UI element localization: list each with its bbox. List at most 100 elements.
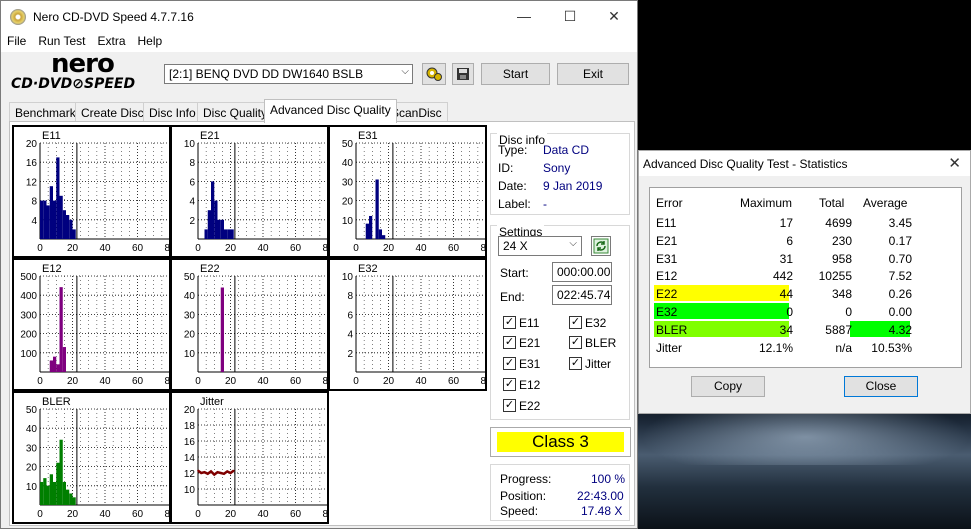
x-tick-label: 80 bbox=[322, 243, 327, 254]
chart-title: E21 bbox=[200, 130, 220, 142]
data-bar bbox=[43, 478, 47, 505]
x-tick-label: 60 bbox=[132, 509, 144, 520]
menu-help[interactable]: Help bbox=[132, 32, 169, 50]
data-point bbox=[210, 470, 212, 473]
cell-name: E22 bbox=[656, 287, 678, 302]
menu-run-test[interactable]: Run Test bbox=[32, 32, 91, 50]
cell-avg: 4.32 bbox=[888, 322, 912, 337]
end-time-input[interactable]: 022:45.74 bbox=[552, 285, 612, 305]
data-point bbox=[203, 471, 206, 473]
close-window-button[interactable]: ✕ bbox=[591, 1, 637, 32]
cell-total: 230 bbox=[831, 233, 852, 248]
start-time-input[interactable]: 000:00.00 bbox=[552, 262, 612, 282]
close-icon[interactable]: ✕ bbox=[948, 154, 961, 172]
cell-total: 958 bbox=[831, 251, 852, 266]
checkbox-e32[interactable]: ✓ bbox=[569, 316, 582, 329]
checkbox-e12[interactable]: ✓ bbox=[503, 378, 516, 391]
y-tick-label: 2 bbox=[347, 349, 353, 360]
data-point bbox=[216, 471, 219, 473]
tab-advanced-disc-quality[interactable]: Advanced Disc Quality bbox=[264, 99, 397, 123]
tab-disc-info[interactable]: Disc Info bbox=[143, 102, 202, 122]
data-bar bbox=[53, 356, 57, 372]
table-row: E21 6 230 0.17 bbox=[656, 232, 956, 249]
checkbox-e11[interactable]: ✓ bbox=[503, 316, 516, 329]
tab-disc-quality[interactable]: Disc Quality bbox=[197, 102, 274, 122]
x-tick-label: 20 bbox=[67, 376, 79, 387]
data-point bbox=[213, 473, 216, 476]
x-tick-label: 20 bbox=[67, 509, 79, 520]
tab-create-disc[interactable]: Create Disc bbox=[75, 102, 150, 122]
data-bar bbox=[207, 210, 211, 239]
x-tick-label: 40 bbox=[99, 509, 111, 520]
window-title: Nero CD-DVD Speed 4.7.7.16 bbox=[33, 10, 194, 24]
menu-extra[interactable]: Extra bbox=[91, 32, 131, 50]
data-bar bbox=[365, 223, 369, 239]
checkbox-jitter-label: Jitter bbox=[585, 357, 612, 371]
cell-avg: 0.70 bbox=[888, 251, 912, 266]
checkbox-e22[interactable]: ✓ bbox=[503, 399, 516, 412]
drive-select[interactable]: [2:1] BENQ DVD DD DW1640 BSLB ⌵ bbox=[164, 64, 413, 84]
position-label: Position: bbox=[500, 489, 547, 503]
x-tick-label: 0 bbox=[37, 509, 43, 520]
x-tick-label: 0 bbox=[195, 243, 201, 254]
checkbox-e31[interactable]: ✓ bbox=[503, 357, 516, 370]
chart-title: E22 bbox=[200, 263, 220, 275]
data-bar bbox=[217, 219, 221, 239]
speed-select[interactable]: 24 X ⌵ bbox=[498, 236, 582, 256]
save-button[interactable] bbox=[452, 63, 474, 85]
data-bar bbox=[46, 485, 50, 505]
x-tick-label: 40 bbox=[257, 243, 269, 254]
refresh-speed-button[interactable] bbox=[591, 236, 611, 256]
minimize-button[interactable]: — bbox=[501, 1, 547, 32]
speed-label: Speed: bbox=[500, 504, 539, 518]
data-bar bbox=[66, 489, 70, 505]
chart-svg: E31 0 20 40 60 80 10 20 30 40 50 bbox=[342, 130, 485, 254]
x-tick-label: 40 bbox=[257, 376, 269, 387]
data-bar bbox=[369, 215, 373, 239]
disc-type-label: Type: bbox=[498, 143, 528, 157]
y-tick-label: 14 bbox=[184, 453, 196, 464]
data-bar bbox=[220, 219, 224, 239]
start-button[interactable]: Start bbox=[481, 63, 550, 85]
cell-name: E11 bbox=[656, 216, 677, 230]
chart-svg: E22 0 20 40 60 80 10 20 30 40 50 bbox=[184, 263, 327, 387]
checkbox-jitter[interactable]: ✓ bbox=[569, 357, 582, 370]
y-tick-label: 20 bbox=[26, 463, 38, 474]
logo-nero-text: nero bbox=[51, 49, 115, 79]
x-tick-label: 60 bbox=[448, 376, 460, 387]
y-tick-label: 100 bbox=[20, 349, 37, 360]
y-tick-label: 10 bbox=[184, 349, 196, 360]
cell-name: E12 bbox=[656, 269, 678, 284]
data-bar bbox=[49, 186, 53, 239]
speed-select-value: 24 X bbox=[503, 239, 528, 253]
data-bar bbox=[230, 229, 234, 239]
chart-svg: E32 0 20 40 60 80 2 4 6 8 10 bbox=[342, 263, 485, 387]
tab-benchmark[interactable]: Benchmark bbox=[9, 102, 82, 122]
copy-button[interactable]: Copy bbox=[691, 376, 765, 397]
cell-max: 12.1% bbox=[758, 340, 793, 355]
cell-max: 17 bbox=[779, 216, 793, 230]
drive-info-button[interactable] bbox=[422, 63, 446, 85]
cell-max: 6 bbox=[786, 233, 793, 248]
data-bar bbox=[382, 235, 386, 239]
maximize-button[interactable]: ☐ bbox=[547, 1, 593, 32]
data-point bbox=[197, 469, 199, 472]
x-tick-label: 20 bbox=[383, 376, 395, 387]
checkbox-e12-label: E12 bbox=[519, 378, 541, 392]
disc-date-value: 9 Jan 2019 bbox=[543, 179, 603, 193]
y-tick-label: 50 bbox=[26, 405, 38, 416]
x-tick-label: 40 bbox=[257, 509, 269, 520]
app-disc-icon bbox=[10, 9, 26, 25]
x-tick-label: 0 bbox=[353, 243, 359, 254]
menu-file[interactable]: File bbox=[1, 32, 32, 50]
exit-button[interactable]: Exit bbox=[557, 63, 629, 85]
data-point bbox=[219, 472, 222, 474]
chart-svg: Jitter 0 20 40 60 80 10 12 14 16 18 20 bbox=[184, 396, 327, 520]
y-tick-label: 6 bbox=[347, 310, 353, 321]
checkbox-e21[interactable]: ✓ bbox=[503, 336, 516, 349]
x-tick-label: 60 bbox=[290, 243, 302, 254]
statistics-dialog: Advanced Disc Quality Test - Statistics … bbox=[638, 150, 971, 414]
cell-total: 0 bbox=[845, 305, 852, 319]
close-button[interactable]: Close bbox=[844, 376, 918, 397]
checkbox-bler[interactable]: ✓ bbox=[569, 336, 582, 349]
